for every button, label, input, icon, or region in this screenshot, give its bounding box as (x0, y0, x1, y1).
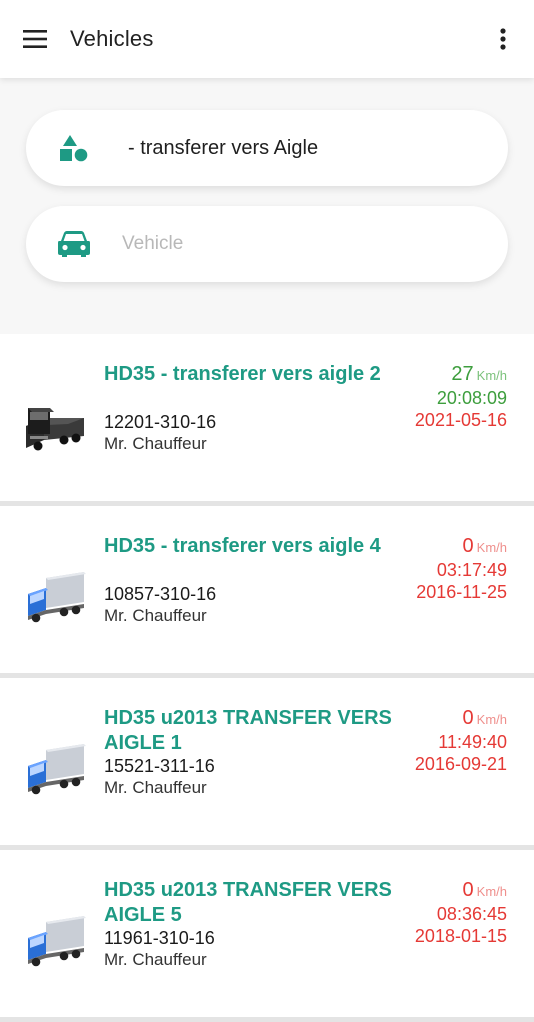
vehicle-status: 0 Km/h 08:36:45 2018-01-15 (415, 878, 507, 947)
vehicle-name: HD35 - transferer vers aigle 4 (104, 535, 381, 557)
vehicle-row[interactable]: HD35 - transferer vers aigle 2 12201-310… (0, 334, 534, 506)
vehicle-time: 08:36:45 (436, 904, 507, 924)
vehicle-search-placeholder: Vehicle (122, 233, 184, 254)
vehicle-status: 0 Km/h 03:17:49 2016-11-25 (416, 534, 507, 603)
vehicle-speed: 0 (462, 879, 474, 901)
vehicle-driver: Mr. Chauffeur (104, 950, 207, 969)
vehicle-plate: 11961-310-16 (104, 928, 215, 948)
vehicle-speed: 0 (462, 707, 474, 729)
vehicle-name: HD35 u2013 TRANSFER VERS AIGLE 1 (104, 707, 392, 754)
vehicle-date: 2016-09-21 (414, 754, 507, 774)
vehicle-status: 27 Km/h 20:08:09 2021-05-16 (415, 362, 507, 431)
vehicle-row[interactable]: HD35 u2013 TRANSFER VERS AIGLE 1 15521-3… (0, 678, 534, 850)
speed-unit: Km/h (476, 368, 507, 383)
speed-unit: Km/h (476, 712, 507, 727)
shapes-icon (26, 110, 122, 186)
vehicle-plate: 12201-310-16 (104, 412, 217, 432)
car-icon (26, 206, 122, 282)
group-selector-label: - transferer vers Aigle (128, 136, 319, 159)
overflow-menu-button[interactable] (486, 22, 520, 56)
vehicle-name: HD35 - transferer vers aigle 2 (104, 363, 381, 385)
vehicle-speed: 0 (462, 535, 474, 557)
vehicle-driver: Mr. Chauffeur (104, 778, 207, 797)
vehicle-search-field[interactable]: Vehicle (26, 206, 508, 282)
vehicle-row[interactable]: HD35 - transferer vers aigle 4 10857-310… (0, 506, 534, 678)
more-vertical-icon (500, 28, 506, 50)
vehicle-date: 2016-11-25 (416, 582, 507, 602)
group-selector[interactable]: - transferer vers Aigle (26, 110, 508, 186)
blue-truck-icon (28, 572, 86, 623)
hamburger-menu-icon (23, 30, 47, 48)
vehicle-name: HD35 u2013 TRANSFER VERS AIGLE 5 (104, 879, 392, 926)
speed-unit: Km/h (476, 540, 507, 555)
app-bar: Vehicles (0, 0, 534, 78)
vehicle-driver: Mr. Chauffeur (104, 434, 207, 453)
vehicle-driver: Mr. Chauffeur (104, 606, 207, 625)
speed-unit: Km/h (476, 884, 507, 899)
vehicle-plate: 10857-310-16 (104, 584, 217, 604)
vehicle-plate: 15521-311-16 (104, 756, 215, 776)
vehicle-time: 11:49:40 (438, 732, 507, 752)
page-title: Vehicles (70, 26, 154, 51)
vehicle-time: 03:17:49 (436, 560, 507, 580)
vehicle-row[interactable]: HD35 u2013 TRANSFER VERS AIGLE 5 11961-3… (0, 850, 534, 1022)
vehicle-list: HD35 - transferer vers aigle 2 12201-310… (0, 334, 534, 1022)
vehicle-speed: 27 (451, 363, 474, 385)
menu-button[interactable] (0, 0, 70, 78)
blue-truck-icon (28, 916, 86, 967)
vehicle-date: 2021-05-16 (414, 410, 507, 430)
black-truck-icon (26, 408, 84, 451)
vehicle-time: 20:08:09 (436, 388, 507, 408)
blue-truck-icon (28, 744, 86, 795)
vehicle-status: 0 Km/h 11:49:40 2016-09-21 (415, 706, 507, 775)
vehicle-date: 2018-01-15 (414, 926, 507, 946)
